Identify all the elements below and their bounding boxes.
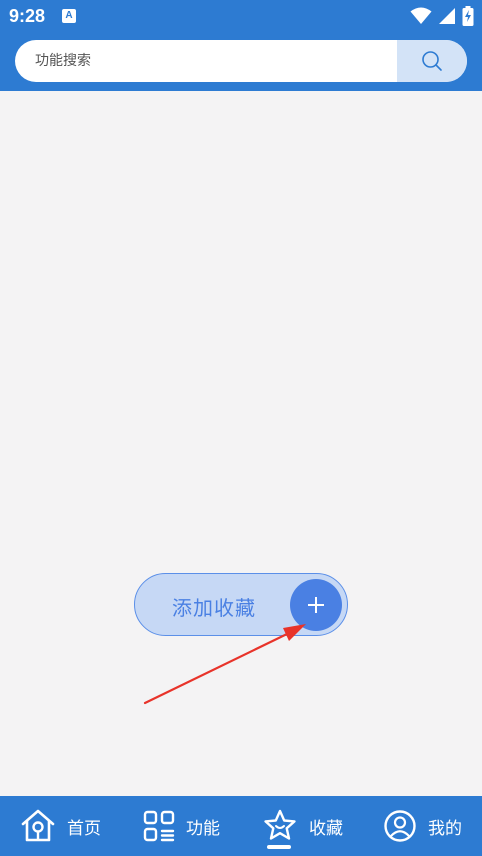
add-favorite-label: 添加收藏 bbox=[172, 596, 256, 620]
status-time: 9:28 bbox=[9, 6, 46, 26]
search-button[interactable] bbox=[397, 40, 467, 82]
nav-favorites-label: 收藏 bbox=[309, 818, 343, 839]
nav-mine[interactable]: 我的 bbox=[383, 796, 462, 856]
search-input[interactable] bbox=[15, 40, 397, 82]
favorites-content-area bbox=[0, 91, 482, 796]
apps-icon bbox=[143, 810, 175, 842]
search-icon bbox=[422, 51, 442, 71]
nav-home-label: 首页 bbox=[67, 818, 101, 839]
app-header: 9:28 A bbox=[0, 0, 482, 91]
nav-functions[interactable]: 功能 bbox=[143, 796, 220, 856]
profile-icon bbox=[384, 810, 416, 842]
home-icon bbox=[21, 809, 55, 842]
bottom-navigation: 首页 功能 收藏 我的 bbox=[0, 796, 482, 856]
status-bar: 9:28 A bbox=[0, 0, 482, 34]
search-bar bbox=[15, 40, 467, 82]
status-icons bbox=[410, 6, 474, 26]
signal-icon bbox=[439, 8, 455, 24]
battery-charging-icon bbox=[462, 6, 474, 26]
plus-icon bbox=[308, 597, 324, 613]
nav-home[interactable]: 首页 bbox=[20, 796, 101, 856]
add-favorite-button[interactable]: 添加收藏 bbox=[134, 573, 348, 636]
active-tab-indicator bbox=[267, 845, 291, 849]
star-icon bbox=[264, 809, 296, 840]
nav-functions-label: 功能 bbox=[186, 818, 220, 839]
notification-a-icon: A bbox=[62, 9, 76, 23]
wifi-icon bbox=[410, 7, 432, 24]
nav-mine-label: 我的 bbox=[428, 818, 462, 839]
plus-button[interactable] bbox=[290, 579, 342, 631]
